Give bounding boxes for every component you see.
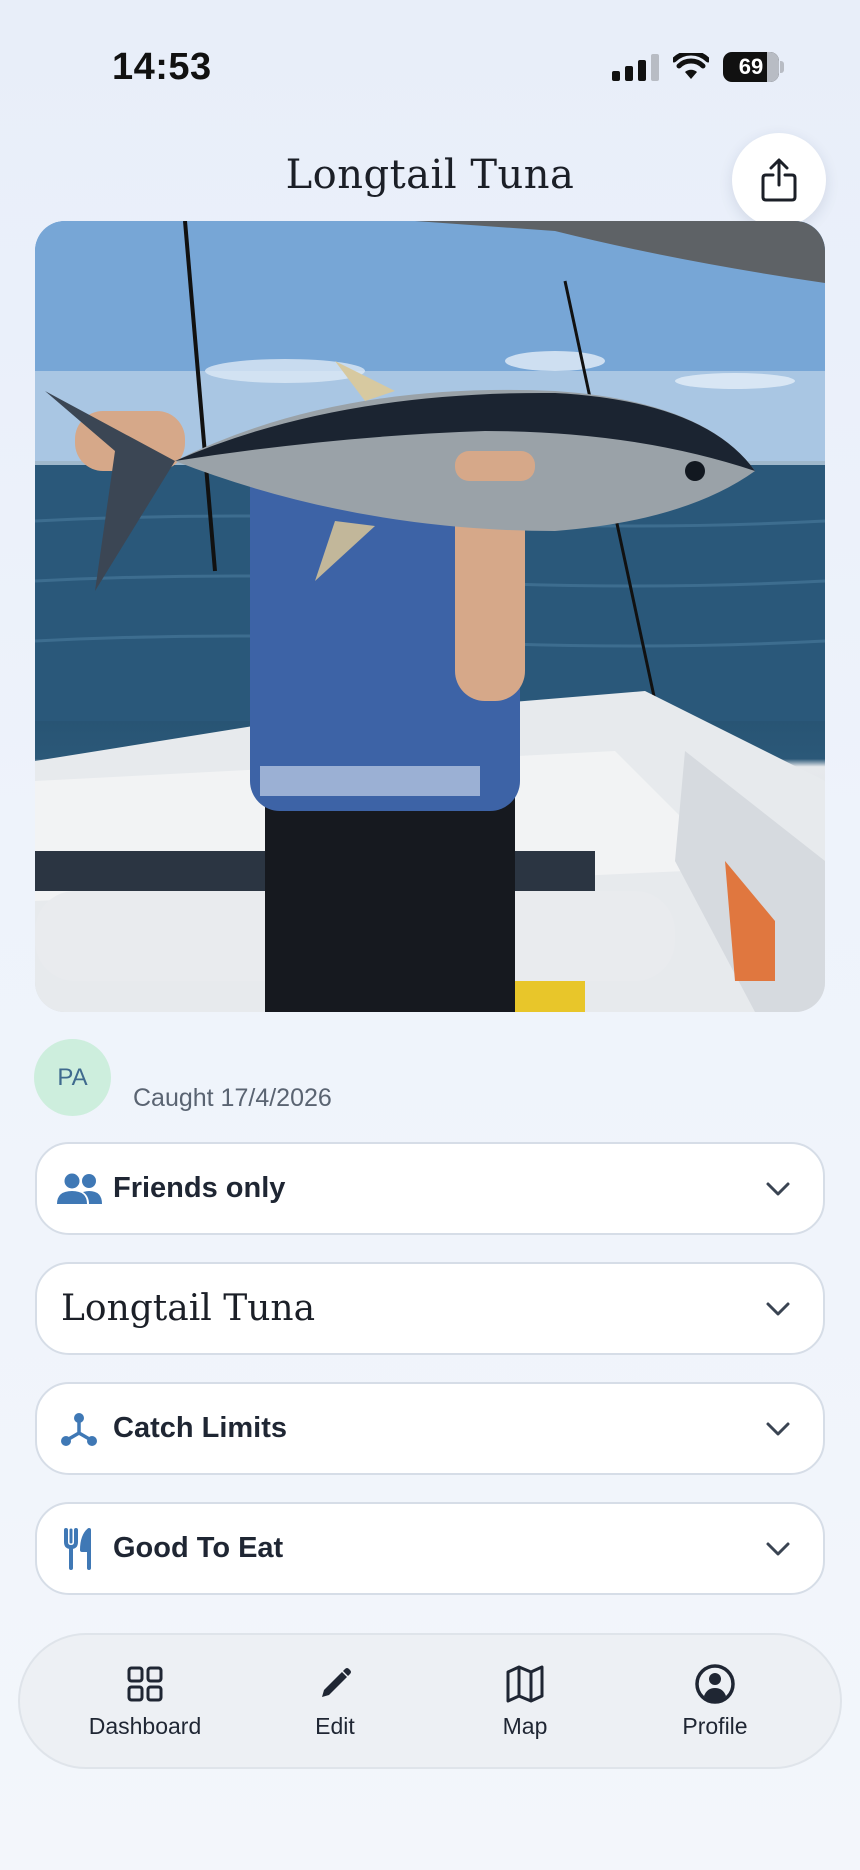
accordion-label-visibility: Friends only: [113, 1172, 286, 1204]
nav-label-map: Map: [502, 1712, 548, 1739]
accordion-label-good-to-eat: Good To Eat: [113, 1532, 284, 1564]
species-accordion[interactable]: Longtail Tuna: [35, 1262, 825, 1355]
nav-label-dashboard: Dashboard: [88, 1712, 202, 1739]
accordion-label-catch-limits: Catch Limits: [113, 1412, 288, 1444]
battery-level: 69: [738, 54, 764, 79]
caught-date: Caught 17/4/2026: [133, 1084, 332, 1112]
profile-icon: [695, 1663, 735, 1704]
nav-label-edit: Edit: [315, 1712, 355, 1739]
visibility-accordion[interactable]: Friends only: [35, 1142, 825, 1235]
nav-label-profile: Profile: [682, 1712, 748, 1739]
share-button[interactable]: [732, 133, 826, 227]
friends-icon: [57, 1173, 102, 1204]
chevron-down-icon: [766, 1182, 790, 1195]
avatar[interactable]: PA: [34, 1039, 111, 1116]
chevron-down-icon: [766, 1302, 790, 1315]
nav-profile[interactable]: Profile: [640, 1663, 790, 1740]
pencil-icon: [322, 1667, 351, 1697]
accordion-label-species: Longtail Tuna: [61, 1288, 316, 1329]
cellular-signal-icon: [612, 53, 659, 81]
bottom-nav: Dashboard Edit Map Profile: [18, 1633, 842, 1769]
dashboard-icon: [127, 1666, 163, 1701]
status-time: 14:53: [112, 46, 212, 88]
good-to-eat-accordion[interactable]: Good To Eat: [35, 1502, 825, 1595]
map-icon: [506, 1665, 544, 1702]
battery-icon: 69: [723, 52, 784, 82]
nav-dashboard[interactable]: Dashboard: [70, 1663, 220, 1740]
catch-limits-icon: [61, 1412, 97, 1446]
nav-edit[interactable]: Edit: [260, 1663, 410, 1740]
chevron-down-icon: [766, 1542, 790, 1555]
share-icon: [761, 158, 797, 202]
cutlery-icon: [64, 1527, 91, 1570]
nav-map[interactable]: Map: [450, 1663, 600, 1740]
catch-limits-accordion[interactable]: Catch Limits: [35, 1382, 825, 1475]
status-icons: 69: [612, 52, 784, 82]
wifi-icon: [673, 53, 709, 79]
chevron-down-icon: [766, 1422, 790, 1435]
page-title: Longtail Tuna: [285, 152, 575, 198]
catch-photo[interactable]: [35, 221, 825, 1012]
status-bar: 14:53 69: [0, 0, 860, 140]
